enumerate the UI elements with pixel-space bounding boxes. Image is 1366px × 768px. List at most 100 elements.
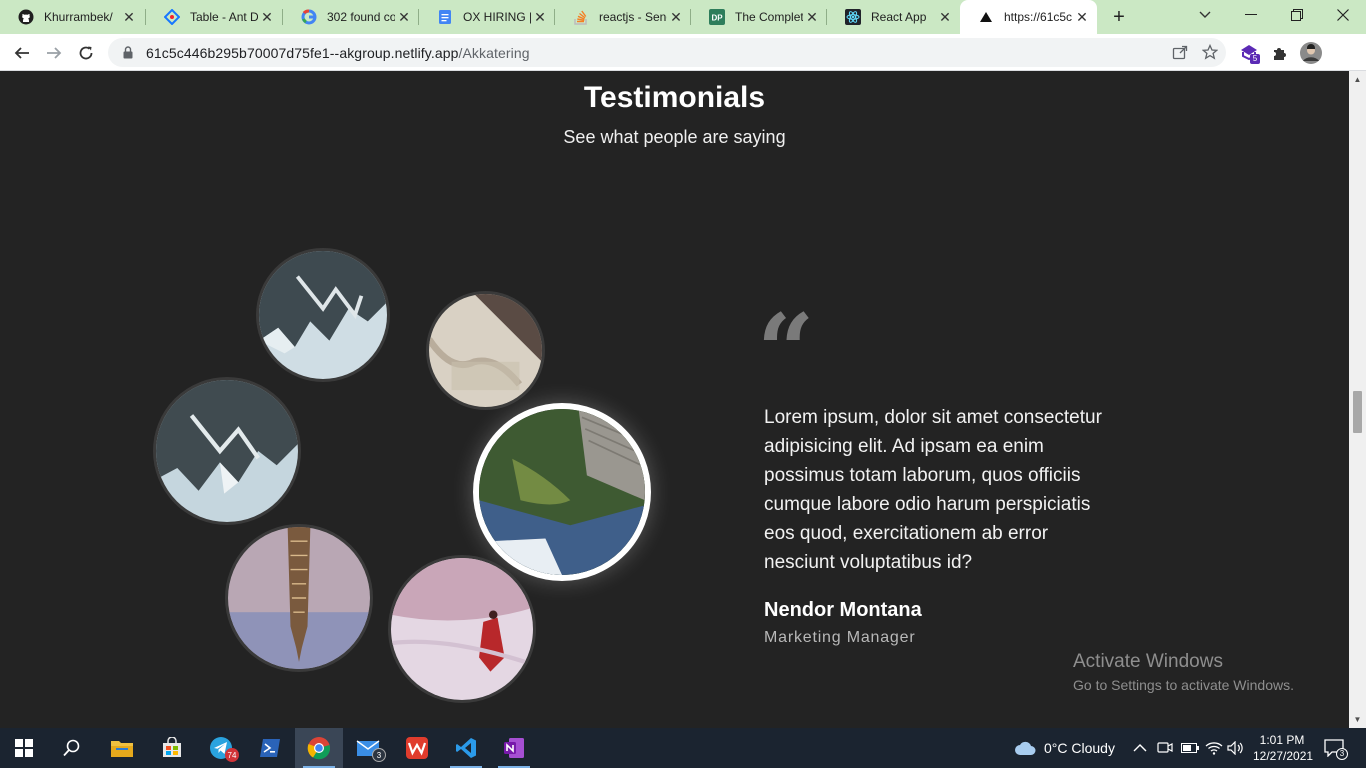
back-button[interactable] [8, 39, 36, 67]
url-text[interactable]: 61c5c446b295b70007d75fe1--akgroup.netlif… [146, 45, 530, 61]
close-icon[interactable]: ✕ [803, 8, 821, 26]
meet-now-icon[interactable] [1157, 728, 1173, 768]
avatar-snow-person-photo[interactable] [388, 555, 536, 703]
github-icon [18, 9, 34, 25]
chrome-icon[interactable] [295, 728, 343, 768]
tab-stackoverflow[interactable]: reactjs - Send ✕ [555, 0, 691, 34]
tab-title: 302 found co [327, 10, 395, 24]
svg-text:DP: DP [711, 14, 723, 23]
notification-count: 3 [1336, 748, 1348, 760]
restore-button[interactable] [1274, 0, 1320, 30]
clock-date: 12/27/2021 [1253, 749, 1314, 763]
mail-icon[interactable]: 3 [344, 728, 392, 768]
share-icon[interactable] [1172, 44, 1188, 65]
tab-title: reactjs - Send [599, 10, 667, 24]
tab-react-app[interactable]: React App ✕ [827, 0, 960, 34]
close-icon[interactable]: ✕ [667, 8, 685, 26]
tab-github[interactable]: Khurrambek/ ✕ [0, 0, 144, 34]
extension-badge-count: 5 [1252, 54, 1258, 63]
close-icon[interactable]: ✕ [258, 8, 276, 26]
microsoft-store-icon[interactable] [148, 728, 196, 768]
avatar-beach-photo[interactable] [426, 291, 545, 410]
telegram-icon[interactable]: 74 [197, 728, 245, 768]
browser-tab-strip: Khurrambek/ ✕ Table - Ant D ✕ 302 found … [0, 0, 1366, 34]
system-clock[interactable]: 1:01 PM 12/27/2021 [1253, 732, 1314, 764]
search-icon[interactable] [48, 728, 96, 768]
new-tab-button[interactable]: + [1106, 5, 1132, 29]
address-bar[interactable]: 61c5c446b295b70007d75fe1--akgroup.netlif… [108, 38, 1226, 67]
wps-office-icon[interactable] [393, 728, 441, 768]
google-icon [301, 9, 317, 25]
skyscraper-image [228, 527, 370, 669]
url-host: 61c5c446b295b70007d75fe1--akgroup.netlif… [146, 44, 459, 61]
extensions-puzzle-icon[interactable] [1269, 42, 1291, 64]
volume-icon[interactable] [1227, 728, 1245, 768]
bookmark-star-icon[interactable] [1201, 43, 1219, 65]
dp-icon: DP [709, 9, 725, 25]
mountain-image [156, 380, 298, 522]
avatar-lake-dock-photo-active[interactable] [473, 403, 651, 581]
tab-google-docs[interactable]: OX HIRING | F ✕ [419, 0, 555, 34]
mountain-image [259, 251, 387, 379]
close-icon[interactable]: ✕ [936, 8, 954, 26]
show-hidden-icons-chevron-up-icon[interactable] [1133, 728, 1147, 768]
notification-center-icon[interactable]: 3 [1322, 736, 1348, 760]
testimonials-page: Testimonials See what people are saying [0, 71, 1349, 728]
scroll-up-arrow-icon[interactable]: ▲ [1349, 71, 1366, 88]
page-scrollbar[interactable]: ▲ ▼ [1349, 71, 1366, 728]
close-icon[interactable]: ✕ [395, 8, 413, 26]
reload-icon [79, 46, 93, 60]
extension-badge-icon[interactable]: 5 [1238, 42, 1260, 64]
wifi-icon[interactable] [1205, 728, 1223, 768]
tab-title: React App [871, 10, 927, 24]
watermark-subtitle: Go to Settings to activate Windows. [1073, 677, 1294, 693]
tab-complete-guide[interactable]: DP The Complete ✕ [691, 0, 827, 34]
close-icon[interactable]: ✕ [1073, 8, 1091, 26]
react-icon [845, 9, 861, 25]
ant-design-icon [164, 9, 180, 25]
tab-title: Table - Ant D [190, 10, 258, 24]
clock-time: 1:01 PM [1259, 733, 1305, 747]
quote-icon: “ [757, 292, 815, 410]
tab-ant-design[interactable]: Table - Ant D ✕ [146, 0, 282, 34]
google-docs-icon [437, 9, 453, 25]
url-path: /Akkatering [458, 44, 530, 61]
netlify-triangle-icon [978, 9, 994, 25]
vscode-icon[interactable] [442, 728, 490, 768]
activate-windows-watermark: Activate Windows Go to Settings to activ… [1073, 651, 1294, 693]
profile-avatar[interactable] [1300, 42, 1322, 64]
browser-toolbar: 61c5c446b295b70007d75fe1--akgroup.netlif… [0, 34, 1366, 71]
close-icon[interactable]: ✕ [120, 8, 138, 26]
onenote-icon[interactable] [490, 728, 538, 768]
watermark-title: Activate Windows [1073, 651, 1223, 672]
tab-search-chevron-down-icon[interactable] [1182, 0, 1228, 30]
mail-badge: 3 [372, 748, 386, 762]
sand-image [429, 294, 542, 407]
reload-button[interactable] [72, 39, 100, 67]
tab-title: Khurrambek/ [44, 10, 113, 24]
cloud-icon [1015, 741, 1036, 755]
scroll-down-arrow-icon[interactable]: ▼ [1349, 711, 1366, 728]
forward-button[interactable] [40, 39, 68, 67]
avatar-mountain-photo-2[interactable] [153, 377, 301, 525]
windows-start-icon[interactable] [0, 728, 48, 768]
battery-icon[interactable] [1181, 728, 1199, 768]
tab-title: https://61c5c [1004, 10, 1073, 24]
powershell-icon[interactable] [246, 728, 294, 768]
avatar-skyscraper-photo[interactable] [225, 524, 373, 672]
file-explorer-icon[interactable] [98, 728, 146, 768]
weather-text: 0°C Cloudy [1044, 740, 1115, 756]
weather-widget[interactable]: 0°C Cloudy [1014, 728, 1115, 768]
tab-google-search[interactable]: 302 found co ✕ [283, 0, 419, 34]
arrow-right-icon [47, 47, 62, 59]
avatar-mountain-photo-1[interactable] [256, 248, 390, 382]
page-title: Testimonials [583, 81, 766, 114]
tab-title: The Complete [735, 10, 803, 24]
tab-active-netlify[interactable]: https://61c5c ✕ [960, 0, 1097, 34]
lock-icon[interactable] [120, 46, 136, 59]
close-icon[interactable]: ✕ [531, 8, 549, 26]
scrollbar-thumb[interactable] [1353, 391, 1362, 433]
minimize-button[interactable] [1228, 0, 1274, 30]
testimonial-role: Marketing Manager [764, 629, 916, 646]
close-window-button[interactable] [1320, 0, 1366, 30]
